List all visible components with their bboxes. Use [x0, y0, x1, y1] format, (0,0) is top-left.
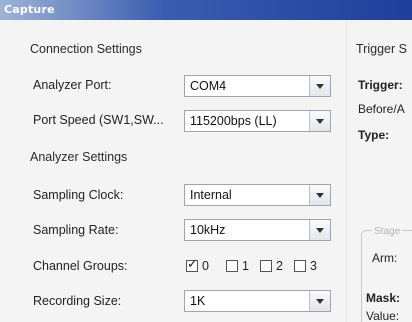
mask-label: Mask: [366, 291, 401, 305]
sampling-rate-value: 10kHz [190, 223, 226, 237]
trigger-type-label: Type: [358, 128, 390, 142]
recording-size-dropdown[interactable]: 1K [184, 290, 331, 312]
sampling-clock-dropdown-button[interactable] [309, 185, 330, 205]
title-bar[interactable]: Capture [0, 0, 412, 20]
trigger-settings-heading: Trigger S [356, 42, 407, 56]
recording-size-dropdown-button[interactable] [309, 291, 330, 311]
port-speed-dropdown-button[interactable] [309, 111, 330, 131]
analyzer-settings-heading: Analyzer Settings [30, 150, 128, 164]
channel-groups-label: Channel Groups: [33, 259, 128, 273]
analyzer-port-dropdown-button[interactable] [309, 76, 330, 96]
capture-window: Capture Connection Settings Analyzer Por… [0, 0, 412, 322]
channel-groups-checkboxes: ✓ 0 1 2 3 [186, 256, 317, 277]
chevron-down-icon [316, 228, 324, 233]
analyzer-port-dropdown[interactable]: COM4 [184, 75, 331, 97]
sampling-clock-dropdown[interactable]: Internal [184, 184, 331, 206]
port-speed-dropdown[interactable]: 115200bps (LL) [184, 110, 331, 132]
channel-group-label: 1 [242, 259, 249, 273]
chevron-down-icon [316, 84, 324, 89]
sampling-clock-value: Internal [190, 188, 232, 202]
sampling-rate-label: Sampling Rate: [33, 223, 119, 237]
pane-divider [346, 20, 347, 322]
recording-size-label: Recording Size: [33, 294, 122, 308]
sampling-rate-dropdown[interactable]: 10kHz [184, 219, 331, 241]
channel-group-0-checkbox[interactable]: ✓ [186, 256, 198, 272]
sampling-clock-label: Sampling Clock: [33, 188, 124, 202]
recording-size-value: 1K [190, 294, 206, 308]
channel-group-label: 0 [202, 259, 209, 273]
trigger-label: Trigger: [358, 78, 403, 92]
window-title: Capture [4, 3, 55, 16]
channel-group-1-checkbox[interactable] [226, 260, 238, 272]
channel-group-2-checkbox[interactable] [260, 260, 272, 272]
chevron-down-icon [316, 119, 324, 124]
trigger-stage-group-title: Stage [372, 226, 403, 237]
arm-label: Arm: [372, 251, 398, 265]
chevron-down-icon [316, 299, 324, 304]
port-speed-label: Port Speed (SW1,SW... [33, 113, 164, 127]
chevron-down-icon [316, 193, 324, 198]
before-after-label: Before/A [358, 102, 405, 116]
channel-group-label: 2 [276, 259, 283, 273]
port-speed-value: 115200bps (LL) [190, 114, 277, 128]
channel-group-label: 3 [310, 259, 317, 273]
value-label: Value: [366, 309, 400, 322]
channel-group-3-checkbox[interactable] [294, 260, 306, 272]
sampling-rate-dropdown-button[interactable] [309, 220, 330, 240]
analyzer-port-value: COM4 [190, 79, 227, 93]
analyzer-port-label: Analyzer Port: [33, 78, 112, 92]
check-icon: ✓ [187, 256, 198, 271]
connection-settings-heading: Connection Settings [30, 42, 142, 56]
